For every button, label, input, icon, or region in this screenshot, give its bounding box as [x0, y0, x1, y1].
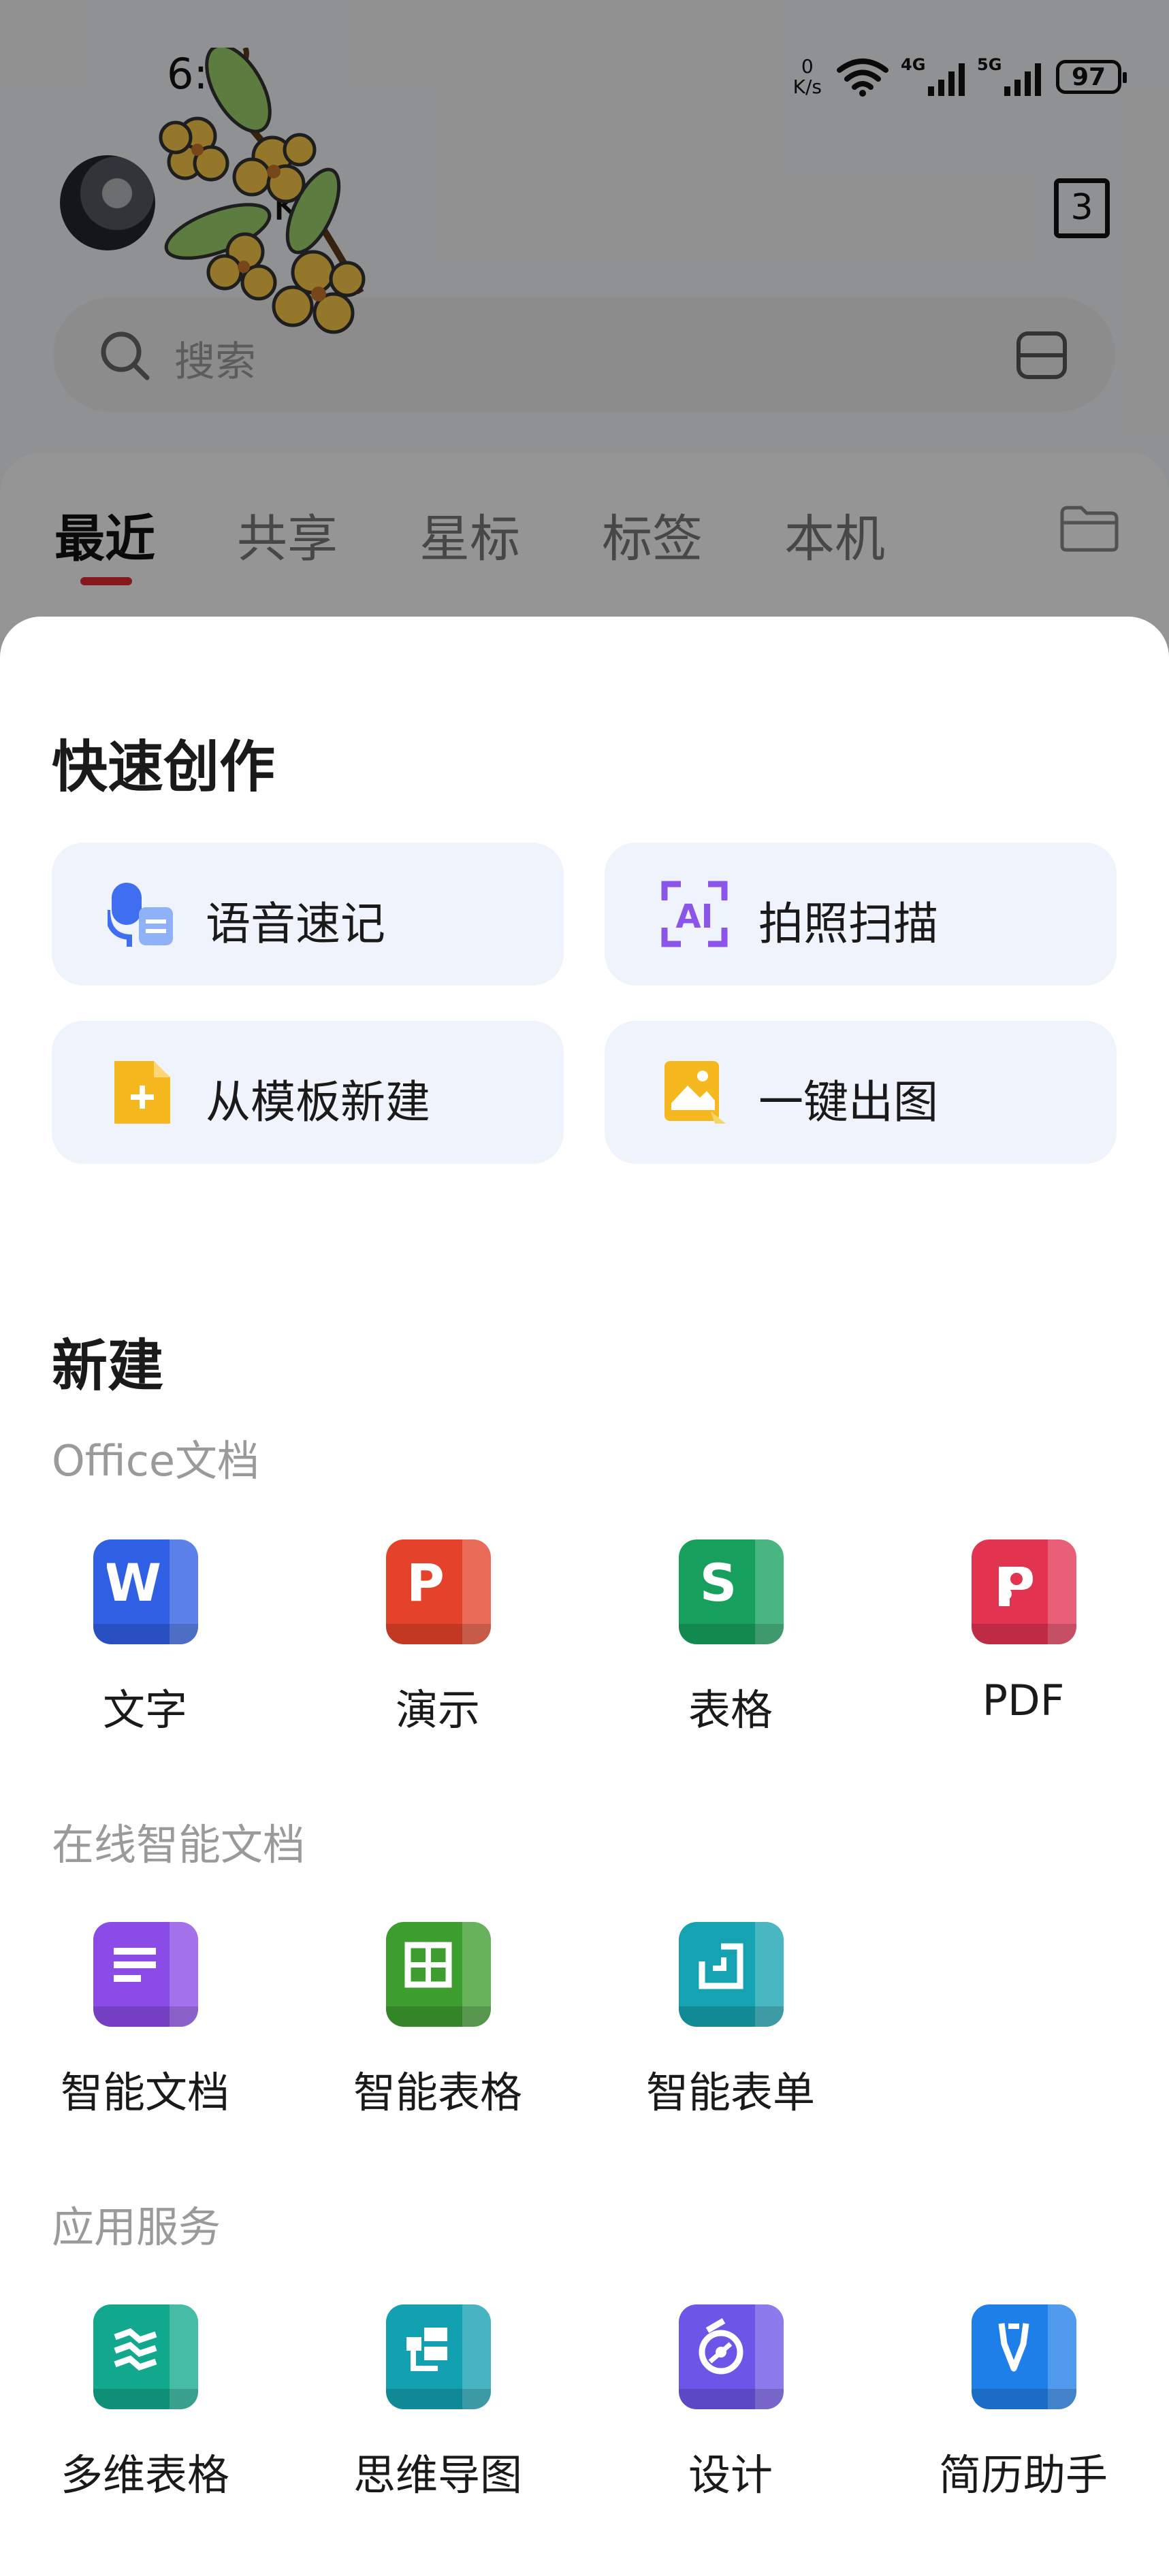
svg-text:AI: AI	[675, 898, 713, 936]
ai-scan-icon: AI	[661, 881, 728, 947]
new-mind-map-button[interactable]: 思维导图	[336, 2304, 540, 2522]
voice-note-label: 语音速记	[206, 898, 385, 950]
template-new-label: 从模板新建	[206, 1076, 430, 1128]
presentation-icon: P	[386, 1539, 491, 1644]
svg-text:S: S	[700, 1552, 737, 1613]
new-writer-button[interactable]: W 文字	[43, 1539, 247, 1757]
resume-icon	[972, 2304, 1076, 2409]
multi-table-icon	[93, 2304, 198, 2409]
pdf-label: PDF	[982, 1676, 1065, 1725]
generate-image-button[interactable]: 一键出图	[605, 1021, 1117, 1164]
spreadsheet-label: 表格	[688, 1685, 773, 1735]
mind-map-label: 思维导图	[353, 2450, 522, 2500]
generate-image-label: 一键出图	[758, 1076, 938, 1128]
new-smart-doc-button[interactable]: 智能文档	[43, 1922, 247, 2140]
design-label: 设计	[688, 2450, 773, 2500]
pdf-icon	[972, 1539, 1076, 1644]
writer-icon: W	[93, 1539, 198, 1644]
spreadsheet-icon: S	[679, 1539, 784, 1644]
multi-table-label: 多维表格	[60, 2450, 229, 2500]
smart-sheet-icon	[386, 1922, 491, 2027]
smart-sheet-label: 智能表格	[353, 2068, 522, 2117]
new-presentation-button[interactable]: P 演示	[336, 1539, 540, 1757]
svg-text:P: P	[406, 1552, 445, 1613]
app-services-title: 应用服务	[52, 2202, 221, 2252]
resume-label: 简历助手	[938, 2450, 1108, 2500]
new-multi-table-button[interactable]: 多维表格	[43, 2304, 247, 2522]
new-spreadsheet-button[interactable]: S 表格	[628, 1539, 833, 1757]
presentation-label: 演示	[395, 1685, 480, 1735]
new-section-title: 新建	[52, 1334, 164, 1399]
smart-doc-icon	[93, 1922, 198, 2027]
template-new-button[interactable]: 从模板新建	[52, 1021, 564, 1164]
svg-text:W: W	[107, 1552, 161, 1613]
photo-scan-label: 拍照扫描	[758, 898, 938, 950]
modal-overlay[interactable]	[0, 0, 1169, 681]
smart-doc-label: 智能文档	[60, 2068, 229, 2117]
new-design-button[interactable]: 设计	[628, 2304, 833, 2522]
writer-label: 文字	[102, 1685, 187, 1735]
smart-docs-title: 在线智能文档	[52, 1820, 306, 1870]
smart-form-icon	[679, 1922, 784, 2027]
photo-scan-button[interactable]: AI 拍照扫描	[605, 843, 1117, 985]
voice-note-button[interactable]: 语音速记	[52, 843, 564, 985]
design-icon	[679, 2304, 784, 2409]
image-generate-icon	[664, 1061, 726, 1124]
new-pdf-button[interactable]: PDF	[921, 1539, 1125, 1757]
new-resume-button[interactable]: 简历助手	[921, 2304, 1125, 2522]
new-smart-form-button[interactable]: 智能表单	[628, 1922, 833, 2140]
voice-note-icon	[108, 883, 173, 947]
new-smart-sheet-button[interactable]: 智能表格	[336, 1922, 540, 2140]
office-docs-title: Office文档	[52, 1436, 259, 1486]
quick-create-title: 快速创作	[52, 735, 276, 800]
template-icon	[114, 1061, 170, 1124]
mind-map-icon	[386, 2304, 491, 2409]
smart-form-label: 智能表单	[645, 2068, 815, 2117]
